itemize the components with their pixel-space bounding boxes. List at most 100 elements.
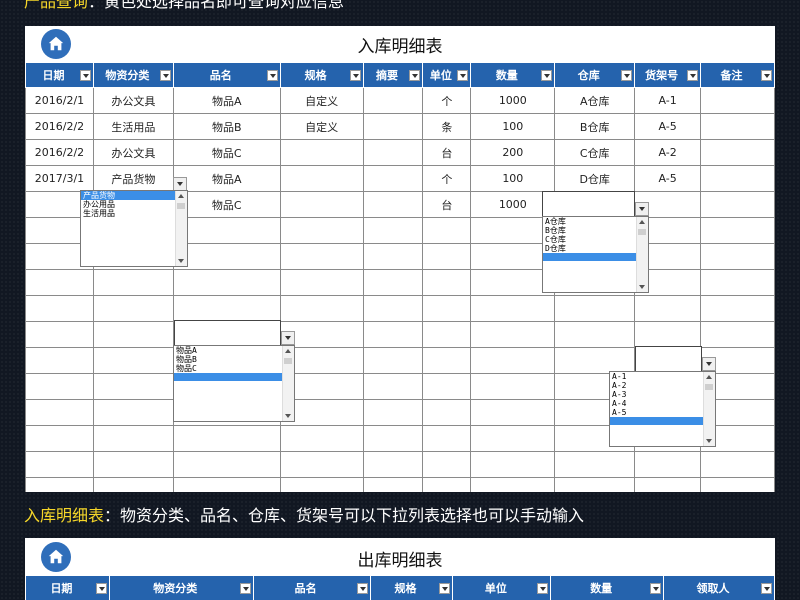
filter-dropdown-icon[interactable] xyxy=(541,70,553,81)
dropdown-option[interactable]: A-4 xyxy=(610,399,715,408)
dropdown-option[interactable]: 物品C xyxy=(174,364,294,373)
table-cell[interactable] xyxy=(25,295,94,322)
table-cell[interactable]: 1000 xyxy=(470,87,556,114)
table-cell[interactable] xyxy=(279,425,364,452)
warehouse-dropdown-arrow[interactable] xyxy=(635,202,649,216)
table-cell[interactable] xyxy=(700,191,775,218)
table-cell[interactable] xyxy=(422,347,472,374)
table-cell[interactable] xyxy=(470,399,556,426)
table-cell[interactable]: 100 xyxy=(470,165,556,192)
table-cell[interactable] xyxy=(92,321,174,348)
table-cell[interactable] xyxy=(362,451,424,478)
table-cell[interactable] xyxy=(362,399,424,426)
filter-dropdown-icon[interactable] xyxy=(239,583,251,594)
category-scrollbar[interactable] xyxy=(175,191,187,266)
table-cell[interactable] xyxy=(172,243,281,270)
table-cell[interactable]: 台 xyxy=(422,139,472,166)
table-cell[interactable] xyxy=(279,269,364,296)
shelf-dropdown-list[interactable]: A-1 A-2 A-3 A-4 A-5 xyxy=(609,371,716,447)
table-cell[interactable] xyxy=(92,373,174,400)
table-cell[interactable] xyxy=(700,321,775,348)
table-cell[interactable]: 物品C xyxy=(172,139,281,166)
table-cell[interactable] xyxy=(92,347,174,374)
table-cell[interactable] xyxy=(362,165,424,192)
table-cell[interactable] xyxy=(92,477,174,492)
table-cell[interactable] xyxy=(92,451,174,478)
table-cell[interactable] xyxy=(25,425,94,452)
table-cell[interactable]: 2016/2/2 xyxy=(25,113,94,140)
dropdown-option[interactable]: A-1 xyxy=(610,372,715,381)
dropdown-option[interactable]: A-3 xyxy=(610,390,715,399)
table-cell[interactable] xyxy=(172,451,281,478)
table-cell[interactable]: 物品C xyxy=(172,191,281,218)
table-cell[interactable] xyxy=(422,295,472,322)
table-cell[interactable] xyxy=(362,191,424,218)
table-cell[interactable]: 个 xyxy=(422,165,472,192)
table-cell[interactable] xyxy=(634,321,702,348)
filter-dropdown-icon[interactable] xyxy=(621,70,633,81)
table-cell[interactable] xyxy=(700,477,775,492)
table-cell[interactable] xyxy=(362,113,424,140)
table-cell[interactable]: 2017/3/1 xyxy=(25,165,94,192)
table-cell[interactable] xyxy=(279,243,364,270)
table-cell[interactable]: 自定义 xyxy=(279,87,364,114)
table-cell[interactable] xyxy=(554,347,636,374)
filter-dropdown-icon[interactable] xyxy=(79,70,91,81)
table-cell[interactable]: 办公文具 xyxy=(92,139,174,166)
table-cell[interactable] xyxy=(279,217,364,244)
dropdown-option[interactable]: A仓库 xyxy=(543,217,648,226)
filter-dropdown-icon[interactable] xyxy=(457,70,469,81)
table-cell[interactable] xyxy=(422,399,472,426)
table-cell[interactable] xyxy=(92,269,174,296)
shelf-dropdown-input[interactable] xyxy=(635,346,702,372)
table-cell[interactable]: B仓库 xyxy=(554,113,636,140)
table-cell[interactable]: A-2 xyxy=(634,139,702,166)
table-cell[interactable]: 自定义 xyxy=(279,113,364,140)
table-cell[interactable] xyxy=(279,139,364,166)
table-cell[interactable] xyxy=(470,451,556,478)
dropdown-option[interactable]: A-2 xyxy=(610,381,715,390)
filter-dropdown-icon[interactable] xyxy=(409,70,421,81)
dropdown-option[interactable]: 生活用品 xyxy=(81,209,187,218)
table-cell[interactable] xyxy=(470,425,556,452)
table-cell[interactable] xyxy=(172,295,281,322)
table-cell[interactable]: 条 xyxy=(422,113,472,140)
dropdown-option[interactable]: A-5 xyxy=(610,408,715,417)
shelf-scrollbar[interactable] xyxy=(703,372,715,446)
product-dropdown-list[interactable]: 物品A 物品B 物品C xyxy=(173,345,295,422)
table-cell[interactable]: 办公文具 xyxy=(92,87,174,114)
table-cell[interactable] xyxy=(554,321,636,348)
table-cell[interactable]: 200 xyxy=(470,139,556,166)
table-cell[interactable] xyxy=(470,477,556,492)
warehouse-scrollbar[interactable] xyxy=(636,217,648,292)
table-cell[interactable]: A仓库 xyxy=(554,87,636,114)
table-cell[interactable] xyxy=(470,347,556,374)
filter-dropdown-icon[interactable] xyxy=(266,70,278,81)
table-cell[interactable] xyxy=(554,451,636,478)
table-cell[interactable] xyxy=(25,321,94,348)
table-cell[interactable] xyxy=(92,399,174,426)
table-cell[interactable] xyxy=(700,295,775,322)
table-cell[interactable] xyxy=(25,373,94,400)
table-cell[interactable]: 2016/2/2 xyxy=(25,139,94,166)
filter-dropdown-icon[interactable] xyxy=(650,583,662,594)
table-cell[interactable] xyxy=(554,295,636,322)
table-cell[interactable] xyxy=(634,477,702,492)
shelf-dropdown-arrow[interactable] xyxy=(702,357,716,371)
table-cell[interactable] xyxy=(700,243,775,270)
table-cell[interactable] xyxy=(700,87,775,114)
table-cell[interactable] xyxy=(700,217,775,244)
table-cell[interactable] xyxy=(422,243,472,270)
category-dropdown-arrow[interactable] xyxy=(173,177,187,191)
dropdown-option[interactable]: 办公用品 xyxy=(81,200,187,209)
filter-dropdown-icon[interactable] xyxy=(687,70,699,81)
table-cell[interactable] xyxy=(92,295,174,322)
table-cell[interactable] xyxy=(25,269,94,296)
table-cell[interactable] xyxy=(279,451,364,478)
table-cell[interactable]: 2016/2/1 xyxy=(25,87,94,114)
filter-dropdown-icon[interactable] xyxy=(95,583,107,594)
product-scrollbar[interactable] xyxy=(282,346,294,421)
table-cell[interactable] xyxy=(700,165,775,192)
filter-dropdown-icon[interactable] xyxy=(349,70,361,81)
warehouse-dropdown-list[interactable]: A仓库 B仓库 C仓库 D仓库 xyxy=(542,216,649,293)
